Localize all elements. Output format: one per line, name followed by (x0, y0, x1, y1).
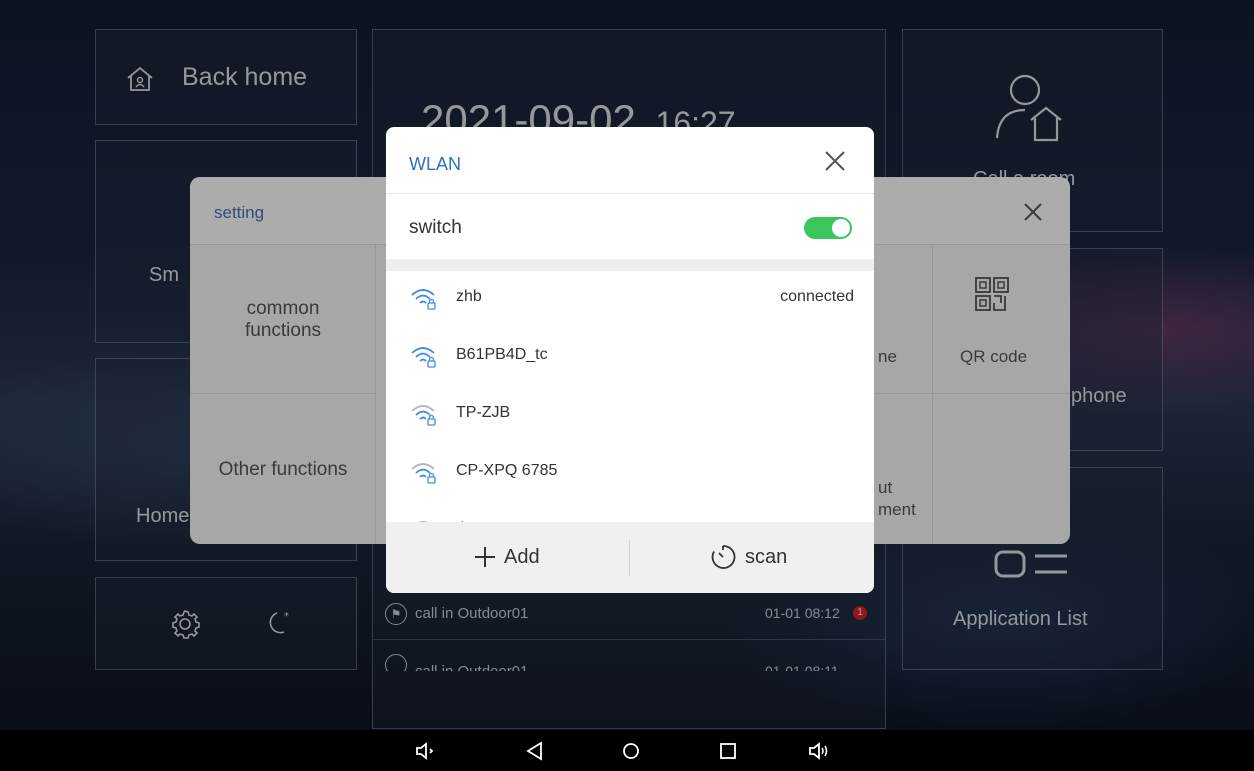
timer-icon (711, 545, 736, 569)
close-icon[interactable] (1022, 201, 1044, 223)
add-label: Add (504, 546, 540, 568)
wifi-icon (411, 463, 436, 484)
divider (932, 245, 933, 544)
wlan-toggle[interactable] (804, 217, 852, 239)
wifi-network-item[interactable]: TP-ZJB (386, 387, 874, 445)
wifi-ssid: zhb (456, 288, 482, 305)
scan-label: scan (745, 546, 788, 568)
section-separator (386, 259, 874, 271)
wifi-status: connected (780, 288, 854, 305)
recents-icon[interactable] (716, 739, 740, 763)
category-common-functions[interactable]: common functions (190, 298, 376, 342)
wifi-ssid: CP-XPQ 6785 (456, 462, 558, 479)
wifi-network-item[interactable]: th (386, 503, 874, 522)
wlan-title: WLAN (409, 154, 462, 174)
back-icon[interactable] (523, 739, 547, 763)
add-network-button[interactable]: Add (386, 522, 629, 593)
settings-category-list (190, 245, 376, 544)
wifi-network-item[interactable]: CP-XPQ 6785 (386, 445, 874, 503)
toggle-knob (832, 219, 850, 237)
wlan-footer: Add scan (386, 522, 874, 593)
scan-button[interactable]: scan (630, 522, 873, 593)
home-nav-icon[interactable] (619, 739, 643, 763)
wifi-icon (418, 521, 428, 522)
qr-code-label[interactable]: QR code (960, 347, 1027, 367)
divider (866, 393, 1070, 394)
wlan-header: WLAN (386, 127, 874, 194)
settings-item-partial[interactable]: ne (878, 347, 897, 367)
wifi-icon (411, 347, 436, 368)
wifi-ssid: B61PB4D_tc (456, 346, 548, 363)
settings-title: setting (214, 203, 265, 222)
volume-down-icon[interactable] (414, 739, 438, 763)
category-other-functions[interactable]: Other functions (190, 459, 376, 481)
wifi-icon (411, 289, 436, 310)
close-icon[interactable] (819, 145, 851, 177)
wifi-icon (411, 405, 436, 426)
system-nav-bar (0, 730, 1254, 771)
qr-code-icon (975, 277, 1009, 311)
divider (190, 393, 376, 394)
switch-label: switch (409, 217, 462, 238)
wlan-switch-row: switch (386, 195, 874, 259)
wlan-dialog: WLAN switch zhb connected B61PB4D_tc TP-… (386, 127, 874, 593)
wifi-network-item[interactable]: B61PB4D_tc (386, 329, 874, 387)
settings-item-partial-2[interactable]: ut ment (878, 477, 916, 521)
plus-icon (475, 547, 495, 567)
wifi-ssid: TP-ZJB (456, 404, 511, 421)
volume-up-icon[interactable] (807, 739, 831, 763)
wifi-network-list[interactable]: zhb connected B61PB4D_tc TP-ZJB CP-XPQ 6… (386, 271, 874, 522)
wifi-network-item[interactable]: zhb connected (386, 271, 874, 329)
